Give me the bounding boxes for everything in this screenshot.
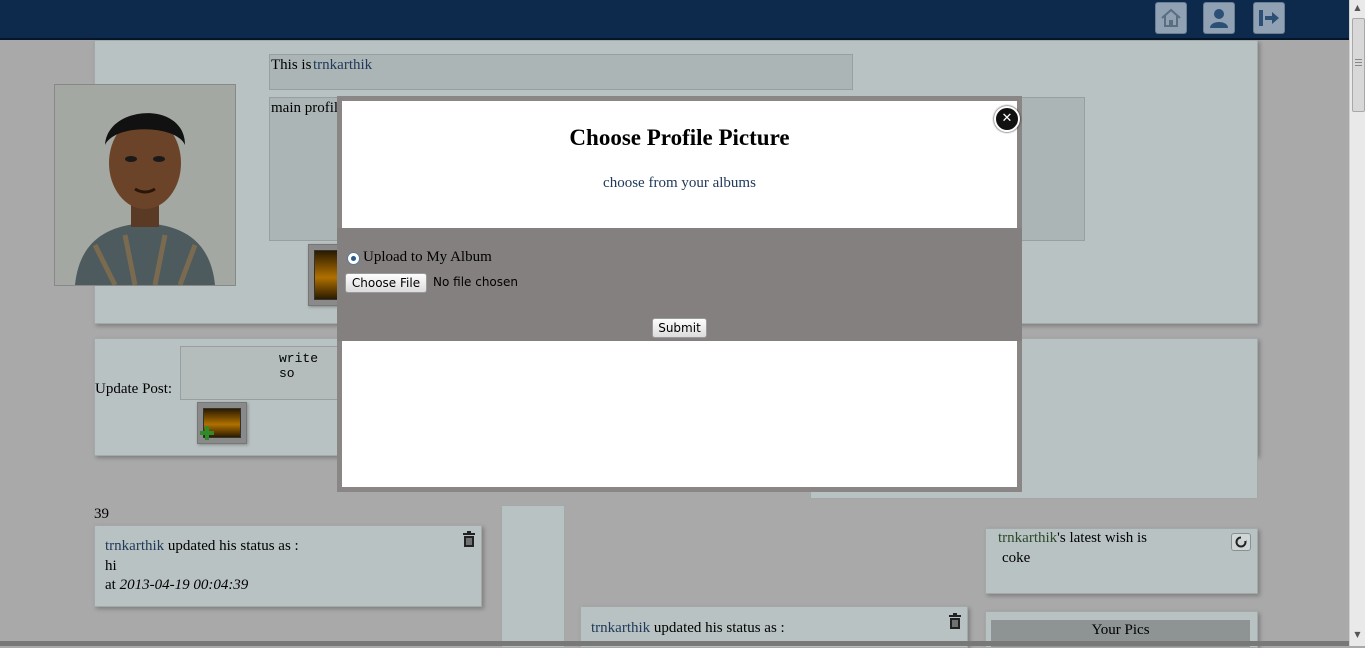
feed-column-placeholder [501, 505, 565, 648]
wish-card: trnkarthik's latest wish is coke [985, 528, 1258, 594]
logout-icon[interactable] [1253, 2, 1285, 34]
status-user-link[interactable]: trnkarthik [105, 538, 164, 554]
wish-text: 's latest wish is [1057, 530, 1147, 546]
intro-box: This is trnkarthik [269, 54, 853, 90]
trash-icon[interactable] [947, 613, 963, 629]
page-scrollbar[interactable]: ▲ ▼ [1349, 0, 1365, 646]
upload-radio[interactable] [347, 252, 360, 265]
refresh-icon [1235, 536, 1247, 548]
add-photo-button[interactable] [197, 402, 247, 444]
modal-header: Choose Profile Picture choose from your … [342, 101, 1020, 228]
profile-photo[interactable] [54, 84, 236, 286]
close-icon[interactable]: ✕ [994, 106, 1020, 132]
scroll-thumb[interactable] [1352, 18, 1365, 112]
modal-content-area [342, 341, 1017, 487]
status-text: updated his status as : [167, 538, 299, 554]
status-card: trnkarthik updated his status as : hi at… [94, 525, 482, 607]
update-post-label: Update Post: [95, 381, 173, 397]
refresh-button[interactable] [1231, 533, 1251, 551]
file-status: No file chosen [433, 275, 519, 289]
status-content: hi [105, 558, 117, 574]
choose-from-albums-link[interactable]: choose from your albums [342, 175, 1017, 192]
your-pics-title: Your Pics [1091, 622, 1150, 638]
intro-username-link[interactable]: trnkarthik [313, 57, 372, 74]
upload-form: Upload to My Album Choose File No file c… [337, 228, 1022, 341]
top-navbar [0, 0, 1350, 40]
bottom-strip [0, 641, 1350, 646]
scroll-down-icon[interactable]: ▼ [1350, 627, 1365, 642]
status-at-label: at [105, 577, 116, 593]
modal-title: Choose Profile Picture [569, 125, 790, 150]
plus-icon [200, 426, 214, 440]
choose-profile-picture-modal: Choose Profile Picture choose from your … [337, 96, 1022, 492]
upload-radio-label: Upload to My Album [363, 249, 492, 265]
scroll-up-icon[interactable]: ▲ [1350, 0, 1365, 15]
status-timestamp: 2013-04-19 00:04:39 [119, 577, 249, 593]
home-icon[interactable] [1155, 2, 1187, 34]
post-placeholder: write so [279, 351, 319, 381]
status-user-link[interactable]: trnkarthik [591, 620, 650, 636]
intro-prefix: This is [271, 57, 312, 73]
post-textarea[interactable]: write so [180, 346, 342, 400]
wish-user-link[interactable]: trnkarthik [998, 530, 1057, 546]
status-text: updated his status as : [653, 620, 785, 636]
trash-icon[interactable] [461, 531, 477, 547]
submit-button[interactable]: Submit [652, 318, 707, 338]
feed-count: 39 [94, 506, 109, 522]
choose-file-button[interactable]: Choose File [345, 273, 427, 293]
wish-content: coke [1002, 550, 1031, 566]
user-icon[interactable] [1203, 2, 1235, 34]
main-profile-label: main profile [271, 100, 345, 116]
